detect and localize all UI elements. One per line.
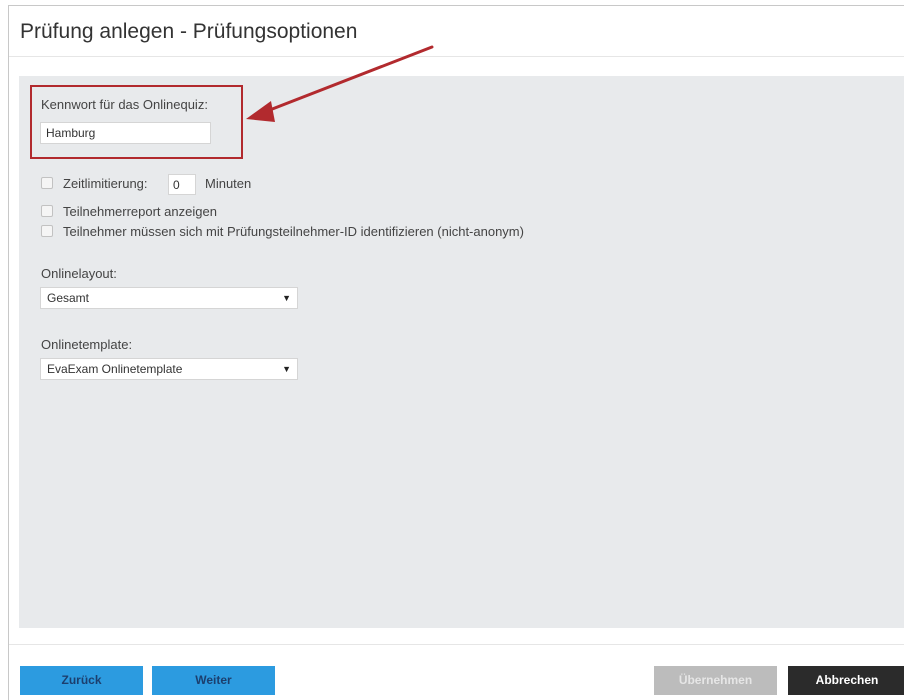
dropdown-caret-icon: ▼ bbox=[282, 293, 291, 303]
dialog-title: Prüfung anlegen - Prüfungsoptionen bbox=[20, 20, 358, 43]
time-limit-unit: Minuten bbox=[205, 176, 252, 191]
next-button[interactable]: Weiter bbox=[152, 666, 275, 695]
dialog: Prüfung anlegen - Prüfungsoptionen Kennw… bbox=[8, 5, 904, 700]
time-limit-input[interactable] bbox=[168, 174, 196, 195]
footer-divider bbox=[9, 644, 904, 645]
participant-report-checkbox[interactable] bbox=[41, 205, 53, 217]
onlinetemplate-selected-value: EvaExam Onlinetemplate bbox=[47, 362, 183, 376]
identify-label: Teilnehmer müssen sich mit Prüfungsteiln… bbox=[63, 224, 524, 239]
time-limit-checkbox[interactable] bbox=[41, 177, 53, 189]
onlinetemplate-label: Onlinetemplate: bbox=[41, 337, 133, 352]
onlinetemplate-select[interactable]: EvaExam Onlinetemplate ▼ bbox=[40, 358, 298, 380]
time-limit-label: Zeitlimitierung: bbox=[63, 176, 148, 191]
title-divider bbox=[9, 56, 904, 57]
participant-report-label: Teilnehmerreport anzeigen bbox=[63, 204, 217, 219]
onlinelayout-selected-value: Gesamt bbox=[47, 291, 90, 305]
dropdown-caret-icon: ▼ bbox=[282, 364, 291, 374]
back-button[interactable]: Zurück bbox=[20, 666, 143, 695]
password-input[interactable] bbox=[40, 122, 211, 144]
onlinelayout-select[interactable]: Gesamt ▼ bbox=[40, 287, 298, 309]
apply-button[interactable]: Übernehmen bbox=[654, 666, 777, 695]
identify-checkbox[interactable] bbox=[41, 225, 53, 237]
password-label: Kennwort für das Onlinequiz: bbox=[41, 97, 208, 112]
cancel-button[interactable]: Abbrechen bbox=[788, 666, 904, 695]
onlinelayout-label: Onlinelayout: bbox=[41, 266, 117, 281]
